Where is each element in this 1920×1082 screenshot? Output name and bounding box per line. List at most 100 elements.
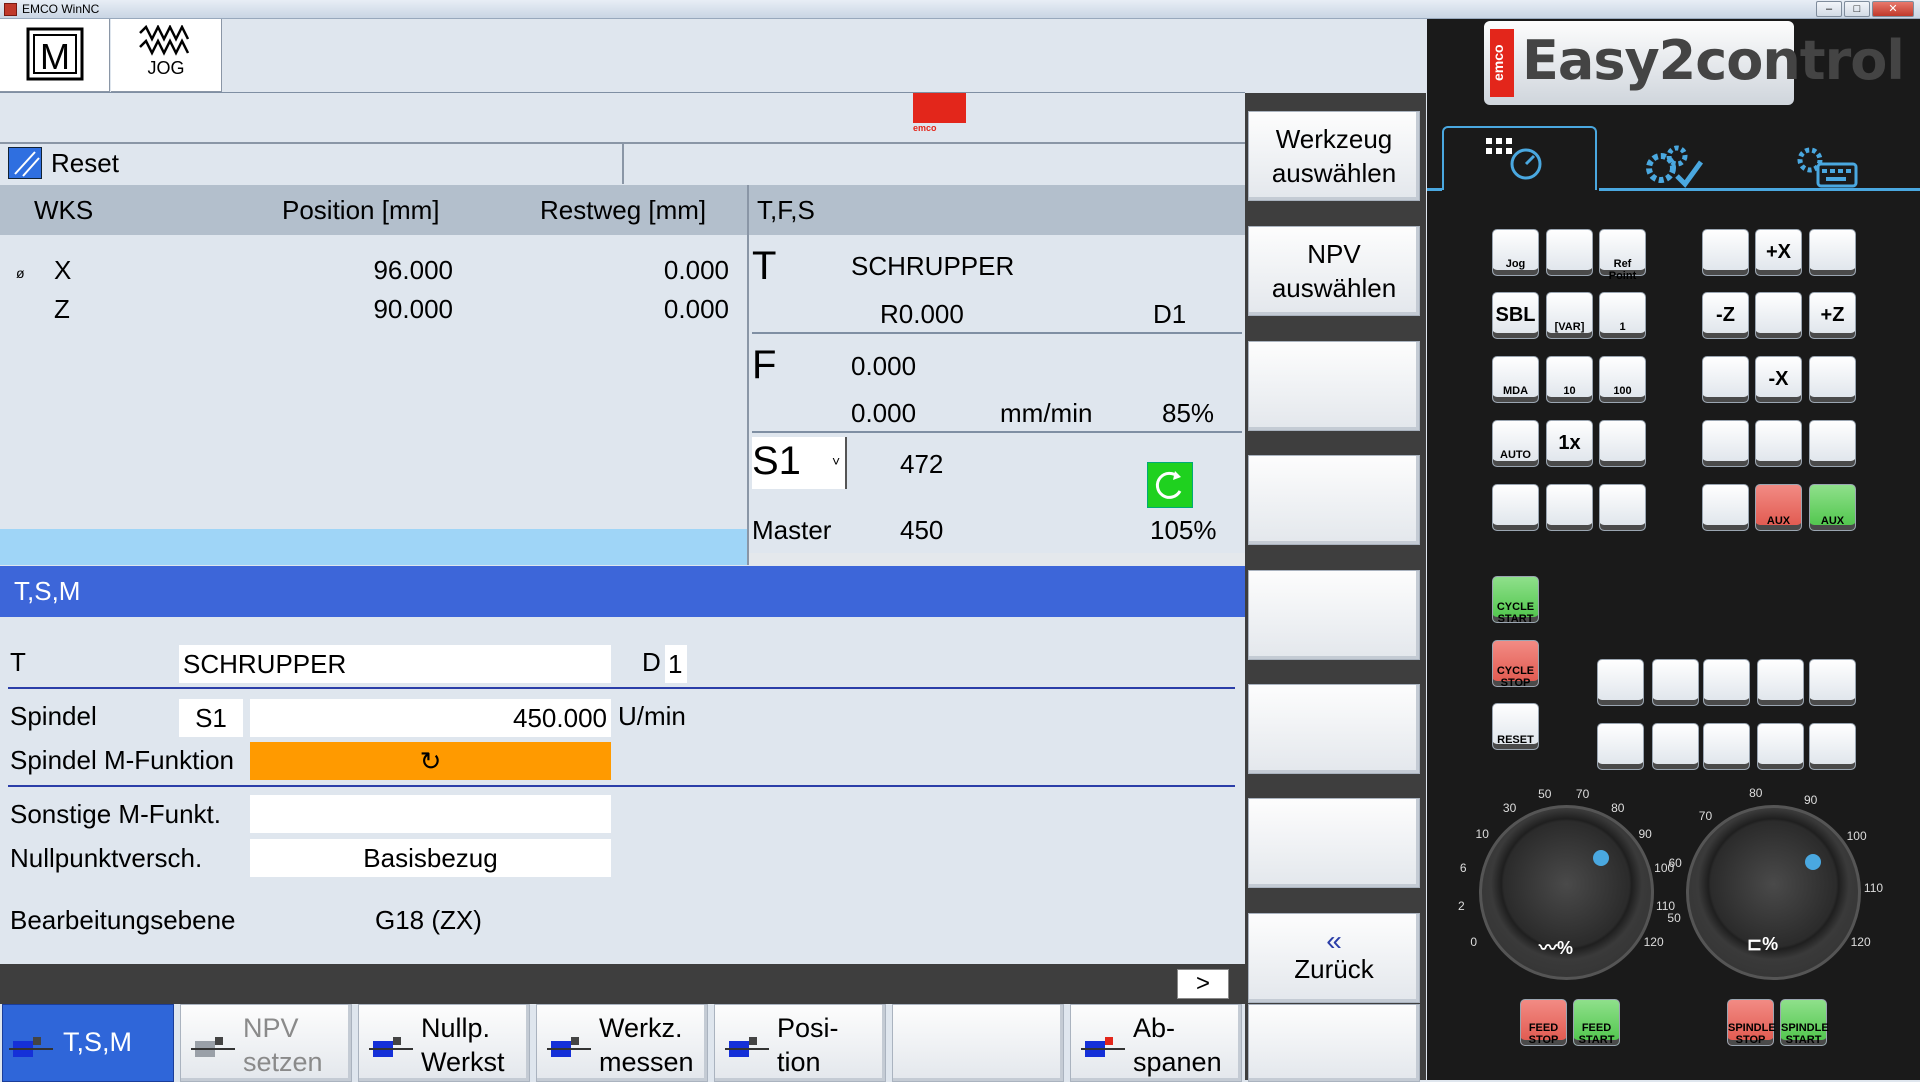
maximize-button[interactable]: □ (1844, 1, 1870, 17)
close-button[interactable]: ✕ (1872, 1, 1914, 17)
vsoftkey-2[interactable]: NPV auswählen (1248, 226, 1420, 316)
blank-key[interactable] (1702, 484, 1749, 531)
spindle-speed-field[interactable]: 450.000 (250, 699, 611, 737)
machine-key-1-1[interactable] (1597, 659, 1644, 706)
vsoftkey-8[interactable]: «Zurück (1248, 913, 1420, 1003)
feed-start-key[interactable]: FEED START (1573, 999, 1620, 1046)
increment-1-key[interactable]: 1 (1599, 292, 1646, 339)
rapid-key[interactable] (1755, 292, 1802, 339)
jog-label: JOG (147, 58, 185, 78)
spindle-select-field[interactable]: S1 (179, 699, 243, 737)
hsoftkey-icon (9, 1023, 55, 1069)
hsoftkey-8[interactable] (1248, 1004, 1420, 1082)
reset-key[interactable]: RESET (1492, 703, 1539, 750)
tfs-feed: 0.000 (851, 351, 917, 381)
machine-key-1-3[interactable] (1703, 659, 1750, 706)
vsoftkey-6[interactable] (1248, 684, 1420, 774)
machine-key-2-5[interactable] (1809, 723, 1856, 770)
vsoftkey-7[interactable] (1248, 798, 1420, 888)
auto-key[interactable]: AUTO (1492, 420, 1539, 467)
cycle-stop-key[interactable]: CYCLE STOP (1492, 640, 1539, 689)
other-mfunction-field[interactable] (250, 795, 611, 833)
tab-settings[interactable] (1641, 144, 1711, 194)
minimize-button[interactable]: – (1816, 1, 1842, 17)
tab-jog-feed[interactable] (1442, 126, 1597, 190)
tsm-t-label: T (10, 647, 26, 677)
refpoint-key[interactable]: Ref Point (1599, 229, 1646, 282)
sbl-key[interactable]: SBL (1492, 292, 1539, 339)
blank-key[interactable] (1599, 420, 1646, 467)
hsoftkey-icon (191, 1023, 237, 1069)
vsoftkey-1[interactable]: Werkzeug auswählen (1248, 111, 1420, 201)
spindle-mfunction-field[interactable]: ↻ (250, 742, 611, 780)
spindle-dial-label: ⊏% (1747, 934, 1779, 954)
machine-key-1-2[interactable] (1652, 659, 1699, 706)
reference-key[interactable] (1755, 420, 1802, 467)
increment-10-key[interactable]: 10 (1546, 356, 1593, 403)
minus-x-key-label: -X (1768, 368, 1789, 390)
hsoftkey-1[interactable]: T,S,M (2, 1004, 174, 1082)
dial-tick: 120 (1643, 935, 1664, 949)
blank-key[interactable] (1702, 229, 1749, 276)
blank-key[interactable] (1492, 484, 1539, 531)
blank-key[interactable] (1546, 484, 1593, 531)
aux-off-key[interactable]: AUX (1755, 484, 1802, 531)
contour-key[interactable] (1546, 229, 1593, 276)
dial-tick: 70 (1575, 786, 1590, 801)
machine-key-2-2[interactable] (1652, 723, 1699, 770)
vsoftkey-4[interactable] (1248, 455, 1420, 545)
jog-mode-indicator[interactable]: JOG (111, 19, 222, 92)
spindle-select[interactable]: S1 ˅ (752, 437, 847, 489)
spindle-stop-key[interactable]: SPINDLE STOP (1727, 999, 1776, 1046)
spindle-start-key[interactable]: SPINDLE START (1780, 999, 1829, 1046)
blank-key[interactable] (1599, 484, 1646, 531)
increment-100-key[interactable]: 100 (1599, 356, 1646, 403)
hsoftkey-2[interactable]: NPV setzen (180, 1004, 352, 1082)
spindle-dial-marker (1805, 854, 1821, 870)
dial-tick: 90 (1638, 826, 1652, 841)
cycle-start-key[interactable]: CYCLE START (1492, 576, 1539, 625)
zero-offset-field[interactable]: Basisbezug (250, 839, 611, 877)
tool-name-field[interactable]: SCHRUPPER (179, 645, 611, 683)
machine-key-1-4[interactable] (1757, 659, 1804, 706)
tfs-master-speed: 450 (900, 515, 944, 545)
machine-key-2-1[interactable] (1597, 723, 1644, 770)
npv-label: Nullpunktversch. (10, 843, 203, 873)
dial-tick: 50 (1538, 786, 1552, 801)
tab-keyboard[interactable] (1794, 144, 1864, 194)
vsoftkey-5[interactable] (1248, 570, 1420, 660)
blank-key[interactable] (1702, 356, 1749, 403)
machine-key-2-4[interactable] (1757, 723, 1804, 770)
mda-key[interactable]: MDA (1492, 356, 1539, 403)
blank-key[interactable] (1702, 420, 1749, 467)
plus-x-key[interactable]: +X (1755, 229, 1802, 276)
feed-start-key-label: FEED START (1578, 1022, 1615, 1046)
hsoftkey-7[interactable]: Ab-spanen (1070, 1004, 1242, 1082)
single-step-key[interactable]: 1x (1546, 420, 1593, 467)
position-col-header: Position [mm] (282, 195, 440, 225)
vsoftkey-3[interactable] (1248, 341, 1420, 431)
hsoftkey-5[interactable]: Posi-tion (714, 1004, 886, 1082)
machine-key-2-3[interactable] (1703, 723, 1750, 770)
hsoftkey-4[interactable]: Werkz. messen (536, 1004, 708, 1082)
minus-z-key[interactable]: -Z (1702, 292, 1749, 339)
tsm-title: T,S,M (14, 576, 81, 606)
plus-z-key[interactable]: +Z (1809, 292, 1856, 339)
aux-on-key[interactable]: AUX (1809, 484, 1856, 531)
jog-key[interactable]: Jog (1492, 229, 1539, 276)
blank-key[interactable] (1809, 356, 1856, 403)
d-number-field[interactable]: 1 (665, 645, 687, 683)
feed-stop-key[interactable]: FEED STOP (1520, 999, 1567, 1046)
blank-key[interactable] (1809, 420, 1856, 467)
svg-text:M: M (40, 36, 70, 77)
machine-key-1-5[interactable] (1809, 659, 1856, 706)
machine-mode-button[interactable]: M (0, 19, 110, 92)
cycle-stop-key-label: CYCLE STOP (1496, 665, 1535, 689)
var-increment-key[interactable]: [VAR] (1546, 292, 1593, 339)
hsoftkey-3[interactable]: Nullp. Werkst (358, 1004, 530, 1082)
minus-x-key[interactable]: -X (1755, 356, 1802, 403)
more-button[interactable]: > (1177, 969, 1229, 999)
tfs-feed-actual: 0.000 (851, 398, 917, 428)
hsoftkey-6[interactable] (892, 1004, 1064, 1082)
blank-key[interactable] (1809, 229, 1856, 276)
